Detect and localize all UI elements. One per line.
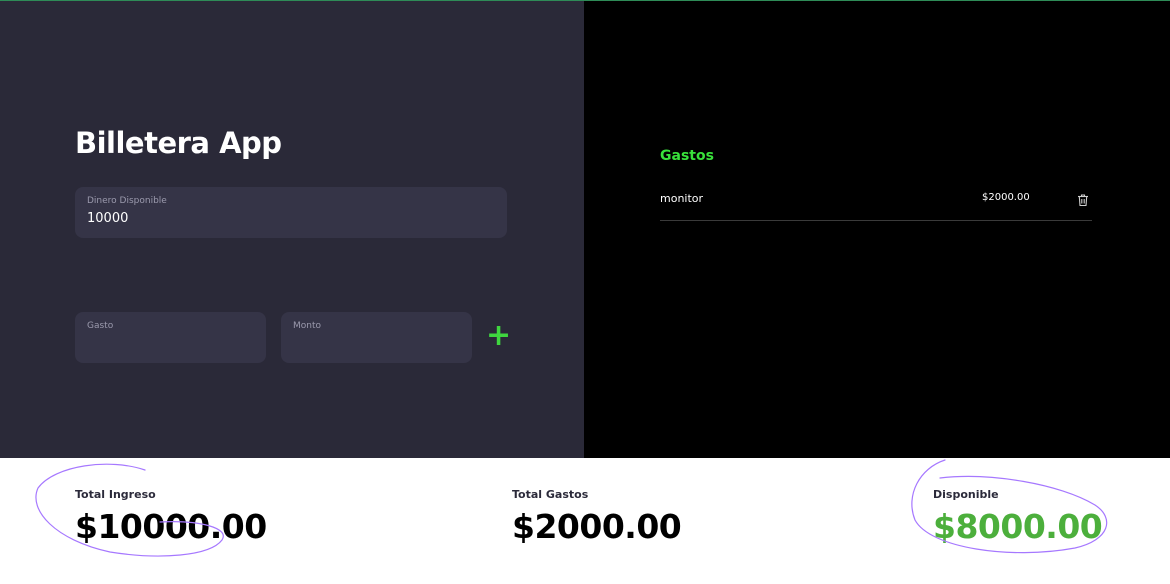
summary-bar: Total Ingreso $10000.00 Total Gastos $20… bbox=[0, 458, 1170, 584]
expense-row: monitor $2000.00 bbox=[660, 186, 1092, 221]
expense-name: monitor bbox=[660, 192, 704, 205]
expenses-panel bbox=[584, 1, 1170, 458]
total-expenses: Total Gastos $2000.00 bbox=[512, 488, 682, 546]
expense-amount-label: Monto bbox=[293, 321, 322, 331]
total-expenses-value: $2000.00 bbox=[512, 507, 682, 546]
expense-amount: $2000.00 bbox=[982, 192, 1030, 203]
total-expenses-label: Total Gastos bbox=[512, 488, 589, 501]
available-money-label: Dinero Disponible bbox=[87, 196, 167, 206]
expense-name-field[interactable]: Gasto bbox=[75, 312, 266, 363]
expense-amount-field[interactable]: Monto bbox=[281, 312, 472, 363]
expense-amount-input[interactable] bbox=[293, 336, 453, 351]
expense-name-input[interactable] bbox=[87, 336, 247, 351]
trash-icon[interactable] bbox=[1076, 193, 1090, 207]
available-money-field[interactable]: Dinero Disponible 10000 bbox=[75, 187, 507, 238]
total-income: Total Ingreso $10000.00 bbox=[75, 488, 267, 546]
expenses-title: Gastos bbox=[660, 148, 714, 164]
total-income-label: Total Ingreso bbox=[75, 488, 156, 501]
app-title: Billetera App bbox=[75, 126, 282, 160]
available-money-value[interactable]: 10000 bbox=[87, 211, 128, 226]
available-balance-value: $8000.00 bbox=[933, 507, 1103, 546]
expense-name-label: Gasto bbox=[87, 321, 114, 331]
add-expense-button[interactable]: + bbox=[486, 321, 511, 351]
available-balance: Disponible $8000.00 bbox=[933, 488, 1103, 546]
available-balance-label: Disponible bbox=[933, 488, 999, 501]
total-income-value: $10000.00 bbox=[75, 507, 267, 546]
